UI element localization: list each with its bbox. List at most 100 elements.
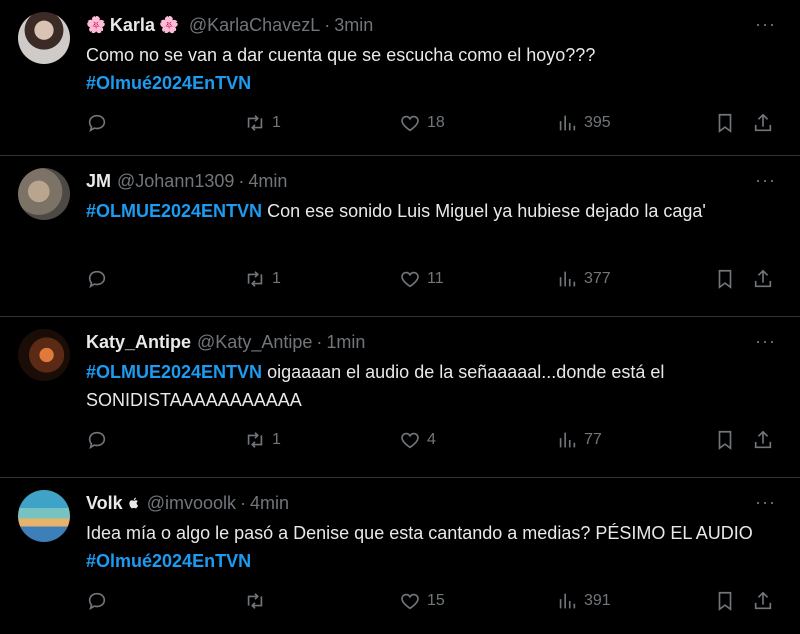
views-chart-icon — [559, 593, 576, 609]
display-name[interactable]: Volk — [86, 493, 123, 514]
retweet-button[interactable] — [244, 590, 272, 612]
user-handle[interactable]: @imvooolk — [147, 493, 236, 514]
share-button[interactable] — [752, 268, 774, 290]
apple-logo-icon — [129, 497, 138, 509]
more-options-icon[interactable]: ··· — [755, 331, 776, 352]
tweet-header: 🌸 Karla 🌸 @KarlaChavezL · 3min — [86, 13, 740, 37]
hashtag-link[interactable]: #OLMUE2024ENTVN — [86, 362, 262, 382]
views-button[interactable]: 377 — [556, 268, 611, 290]
reply-icon — [88, 270, 106, 289]
share-button[interactable] — [752, 429, 774, 451]
tweet-header: Volk @imvooolk · 4min — [86, 491, 740, 515]
bookmark-button[interactable] — [714, 590, 736, 612]
tweet-card[interactable]: Katy_Antipe @Katy_Antipe · 1min ··· #OLM… — [0, 317, 800, 478]
tweet-text: #OLMUE2024ENTVN Con ese sonido Luis Migu… — [86, 197, 770, 225]
display-name[interactable]: Katy_Antipe — [86, 332, 191, 353]
like-count: 15 — [427, 592, 445, 609]
retweet-count: 1 — [272, 431, 281, 448]
share-icon — [754, 113, 772, 132]
flower-emoji-icon: 🌸 — [158, 17, 179, 34]
views-button[interactable]: 391 — [556, 590, 611, 612]
avatar[interactable] — [18, 490, 70, 542]
view-count: 77 — [584, 431, 602, 448]
timestamp[interactable]: 1min — [326, 332, 365, 353]
like-button[interactable]: 4 — [399, 429, 436, 451]
flower-emoji-icon: 🌸 — [86, 17, 106, 34]
retweet-icon — [247, 593, 263, 609]
display-name[interactable]: JM — [86, 171, 111, 192]
avatar[interactable] — [18, 168, 70, 220]
share-button[interactable] — [752, 590, 774, 612]
retweet-button[interactable]: 1 — [244, 112, 281, 134]
reply-icon — [88, 114, 106, 133]
like-button[interactable]: 11 — [399, 268, 444, 290]
action-bar: 15 391 — [86, 590, 780, 616]
separator-dot: · — [238, 170, 245, 191]
retweet-count: 1 — [272, 114, 281, 131]
tweet-feed: 🌸 Karla 🌸 @KarlaChavezL · 3min ··· Como … — [0, 0, 800, 634]
views-chart-icon — [559, 271, 576, 287]
reply-button[interactable] — [86, 590, 108, 612]
retweet-button[interactable]: 1 — [244, 429, 281, 451]
share-icon — [754, 430, 772, 449]
tweet-text: Idea mía o algo le pasó a Denise que est… — [86, 519, 770, 575]
heart-icon — [401, 593, 419, 610]
view-count: 377 — [584, 270, 611, 287]
tweet-card[interactable]: JM @Johann1309 · 4min ··· #OLMUE2024ENTV… — [0, 156, 800, 317]
reply-button[interactable] — [86, 268, 108, 290]
reply-icon — [88, 592, 106, 611]
hashtag-link[interactable]: #OLMUE2024ENTVN — [86, 201, 262, 221]
timestamp[interactable]: 4min — [250, 493, 289, 514]
reply-button[interactable] — [86, 429, 108, 451]
heart-icon — [401, 432, 419, 449]
avatar[interactable] — [18, 12, 70, 64]
tweet-header: JM @Johann1309 · 4min — [86, 169, 740, 193]
bookmark-icon — [718, 113, 732, 133]
tweet-body: Idea mía o algo le pasó a Denise que est… — [86, 523, 753, 543]
views-chart-icon — [559, 432, 576, 448]
hashtag-link[interactable]: #Olmué2024EnTVN — [86, 73, 251, 93]
bookmark-button[interactable] — [714, 268, 736, 290]
views-button[interactable]: 395 — [556, 112, 611, 134]
reply-button[interactable] — [86, 112, 108, 134]
heart-icon — [401, 115, 419, 132]
bookmark-button[interactable] — [714, 429, 736, 451]
like-button[interactable]: 15 — [399, 590, 445, 612]
bookmark-button[interactable] — [714, 112, 736, 134]
timestamp[interactable]: 4min — [248, 171, 287, 192]
action-bar: 1 18 395 — [86, 112, 780, 138]
retweet-icon — [247, 271, 263, 287]
more-options-icon[interactable]: ··· — [755, 492, 776, 513]
hashtag-link[interactable]: #Olmué2024EnTVN — [86, 551, 251, 571]
retweet-icon — [247, 432, 263, 448]
share-button[interactable] — [752, 112, 774, 134]
share-icon — [754, 269, 772, 288]
separator-dot: · — [239, 492, 246, 513]
action-bar: 1 4 77 — [86, 429, 780, 455]
tweet-text: Como no se van a dar cuenta que se escuc… — [86, 41, 770, 97]
more-options-icon[interactable]: ··· — [755, 170, 776, 191]
retweet-icon — [247, 115, 263, 131]
display-name[interactable]: Karla — [110, 15, 155, 36]
separator-dot: · — [324, 14, 331, 35]
tweet-card[interactable]: 🌸 Karla 🌸 @KarlaChavezL · 3min ··· Como … — [0, 0, 800, 156]
user-handle[interactable]: @KarlaChavezL — [189, 15, 320, 36]
retweet-button[interactable]: 1 — [244, 268, 281, 290]
like-count: 4 — [427, 431, 436, 448]
views-chart-icon — [559, 115, 576, 131]
more-options-icon[interactable]: ··· — [755, 14, 776, 35]
user-handle[interactable]: @Johann1309 — [117, 171, 234, 192]
share-icon — [754, 591, 772, 610]
bookmark-icon — [718, 591, 732, 611]
like-count: 11 — [427, 270, 444, 287]
like-count: 18 — [427, 114, 445, 131]
like-button[interactable]: 18 — [399, 112, 445, 134]
view-count: 395 — [584, 114, 611, 131]
avatar[interactable] — [18, 329, 70, 381]
bookmark-icon — [718, 430, 732, 450]
tweet-card[interactable]: Volk @imvooolk · 4min ··· Idea mía o alg… — [0, 478, 800, 634]
view-count: 391 — [584, 592, 611, 609]
timestamp[interactable]: 3min — [334, 15, 373, 36]
user-handle[interactable]: @Katy_Antipe — [197, 332, 312, 353]
views-button[interactable]: 77 — [556, 429, 602, 451]
